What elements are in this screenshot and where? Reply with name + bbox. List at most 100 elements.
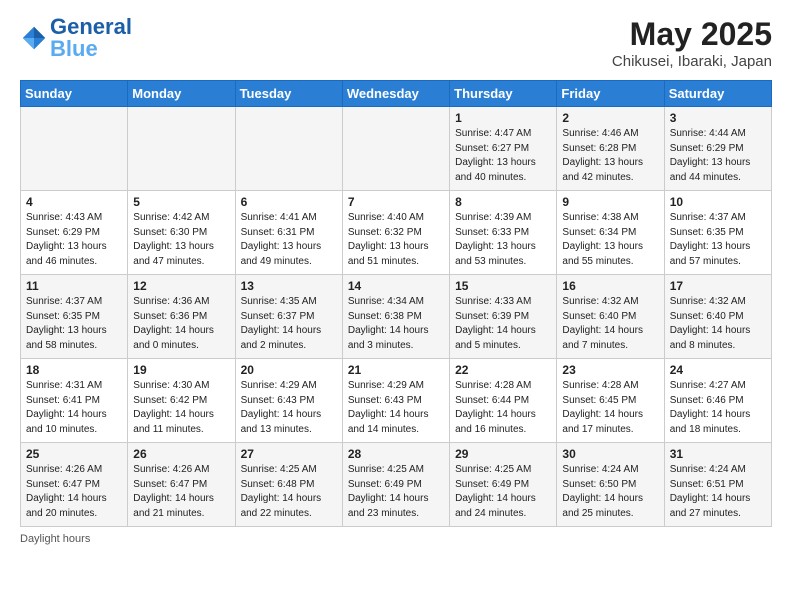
- title-block: May 2025 Chikusei, Ibaraki, Japan: [612, 16, 772, 70]
- week-row-2: 4Sunrise: 4:43 AMSunset: 6:29 PMDaylight…: [21, 191, 772, 275]
- day-number: 29: [455, 447, 551, 461]
- day-info: Sunrise: 4:26 AMSunset: 6:47 PMDaylight:…: [26, 463, 122, 521]
- logo-icon: [20, 24, 48, 52]
- day-info: Sunrise: 4:28 AMSunset: 6:45 PMDaylight:…: [562, 379, 658, 437]
- calendar-cell: 19 Sunrise: 4:30 AMSunset: 6:42 PMDayligh…: [128, 359, 235, 443]
- calendar-cell: 4Sunrise: 4:43 AMSunset: 6:29 PMDaylight…: [21, 191, 128, 275]
- calendar-cell: 6 Sunrise: 4:41 AMSunset: 6:31 PMDaylight…: [235, 191, 342, 275]
- calendar-body: 1 Sunrise: 4:47 AMSunset: 6:27 PMDaylight…: [21, 107, 772, 527]
- weekday-header-wednesday: Wednesday: [342, 81, 449, 107]
- day-number: 18: [26, 363, 122, 377]
- day-number: 9: [562, 195, 658, 209]
- footer: Daylight hours: [20, 533, 772, 545]
- day-info: Sunrise: 4:40 AMSunset: 6:32 PMDaylight:…: [348, 211, 444, 269]
- day-number: 11: [26, 279, 122, 293]
- day-info: Sunrise: 4:43 AMSunset: 6:29 PMDaylight:…: [26, 211, 122, 269]
- day-number: 16: [562, 279, 658, 293]
- day-info: Sunrise: 4:47 AMSunset: 6:27 PMDaylight:…: [455, 127, 551, 185]
- calendar: SundayMondayTuesdayWednesdayThursdayFrid…: [20, 80, 772, 527]
- day-number: 17: [670, 279, 766, 293]
- header: General Blue May 2025 Chikusei, Ibaraki,…: [20, 16, 772, 70]
- daylight-label: Daylight hours: [20, 533, 90, 545]
- day-number: 23: [562, 363, 658, 377]
- calendar-cell: 17 Sunrise: 4:32 AMSunset: 6:40 PMDayligh…: [664, 275, 771, 359]
- calendar-cell: 31 Sunrise: 4:24 AMSunset: 6:51 PMDayligh…: [664, 443, 771, 527]
- logo-text: General Blue: [50, 16, 132, 60]
- calendar-cell: 20 Sunrise: 4:29 AMSunset: 6:43 PMDayligh…: [235, 359, 342, 443]
- day-info: Sunrise: 4:33 AMSunset: 6:39 PMDaylight:…: [455, 295, 551, 353]
- calendar-cell: [21, 107, 128, 191]
- day-number: 20: [241, 363, 337, 377]
- day-info: Sunrise: 4:24 AMSunset: 6:50 PMDaylight:…: [562, 463, 658, 521]
- day-number: 25: [26, 447, 122, 461]
- calendar-cell: 3Sunrise: 4:44 AMSunset: 6:29 PMDaylight…: [664, 107, 771, 191]
- weekday-header-sunday: Sunday: [21, 81, 128, 107]
- calendar-cell: 15 Sunrise: 4:33 AMSunset: 6:39 PMDayligh…: [450, 275, 557, 359]
- calendar-cell: 8Sunrise: 4:39 AMSunset: 6:33 PMDaylight…: [450, 191, 557, 275]
- week-row-3: 11 Sunrise: 4:37 AMSunset: 6:35 PMDayligh…: [21, 275, 772, 359]
- calendar-cell: 11 Sunrise: 4:37 AMSunset: 6:35 PMDayligh…: [21, 275, 128, 359]
- weekday-row: SundayMondayTuesdayWednesdayThursdayFrid…: [21, 81, 772, 107]
- subtitle: Chikusei, Ibaraki, Japan: [612, 53, 772, 70]
- day-info: Sunrise: 4:37 AMSunset: 6:35 PMDaylight:…: [26, 295, 122, 353]
- day-info: Sunrise: 4:37 AMSunset: 6:35 PMDaylight:…: [670, 211, 766, 269]
- weekday-header-saturday: Saturday: [664, 81, 771, 107]
- week-row-1: 1 Sunrise: 4:47 AMSunset: 6:27 PMDaylight…: [21, 107, 772, 191]
- weekday-header-tuesday: Tuesday: [235, 81, 342, 107]
- calendar-cell: 30Sunrise: 4:24 AMSunset: 6:50 PMDayligh…: [557, 443, 664, 527]
- day-number: 6: [241, 195, 337, 209]
- calendar-cell: [342, 107, 449, 191]
- day-number: 15: [455, 279, 551, 293]
- calendar-cell: [235, 107, 342, 191]
- calendar-cell: 12 Sunrise: 4:36 AMSunset: 6:36 PMDayligh…: [128, 275, 235, 359]
- calendar-cell: 14 Sunrise: 4:34 AMSunset: 6:38 PMDayligh…: [342, 275, 449, 359]
- day-number: 10: [670, 195, 766, 209]
- calendar-cell: 22Sunrise: 4:28 AMSunset: 6:44 PMDayligh…: [450, 359, 557, 443]
- day-number: 21: [348, 363, 444, 377]
- weekday-header-monday: Monday: [128, 81, 235, 107]
- calendar-cell: 24Sunrise: 4:27 AMSunset: 6:46 PMDayligh…: [664, 359, 771, 443]
- day-info: Sunrise: 4:24 AMSunset: 6:51 PMDaylight:…: [670, 463, 766, 521]
- calendar-cell: 1 Sunrise: 4:47 AMSunset: 6:27 PMDaylight…: [450, 107, 557, 191]
- calendar-cell: 2Sunrise: 4:46 AMSunset: 6:28 PMDaylight…: [557, 107, 664, 191]
- calendar-cell: 29 Sunrise: 4:25 AMSunset: 6:49 PMDayligh…: [450, 443, 557, 527]
- day-info: Sunrise: 4:30 AMSunset: 6:42 PMDaylight:…: [133, 379, 229, 437]
- day-number: 7: [348, 195, 444, 209]
- weekday-header-friday: Friday: [557, 81, 664, 107]
- day-number: 14: [348, 279, 444, 293]
- logo: General Blue: [20, 16, 132, 60]
- day-info: Sunrise: 4:39 AMSunset: 6:33 PMDaylight:…: [455, 211, 551, 269]
- calendar-cell: 25 Sunrise: 4:26 AMSunset: 6:47 PMDayligh…: [21, 443, 128, 527]
- calendar-cell: 10 Sunrise: 4:37 AMSunset: 6:35 PMDayligh…: [664, 191, 771, 275]
- calendar-cell: 27Sunrise: 4:25 AMSunset: 6:48 PMDayligh…: [235, 443, 342, 527]
- day-info: Sunrise: 4:29 AMSunset: 6:43 PMDaylight:…: [241, 379, 337, 437]
- week-row-5: 25 Sunrise: 4:26 AMSunset: 6:47 PMDayligh…: [21, 443, 772, 527]
- day-info: Sunrise: 4:28 AMSunset: 6:44 PMDaylight:…: [455, 379, 551, 437]
- calendar-cell: 18 Sunrise: 4:31 AMSunset: 6:41 PMDayligh…: [21, 359, 128, 443]
- day-number: 31: [670, 447, 766, 461]
- day-info: Sunrise: 4:32 AMSunset: 6:40 PMDaylight:…: [670, 295, 766, 353]
- day-info: Sunrise: 4:36 AMSunset: 6:36 PMDaylight:…: [133, 295, 229, 353]
- day-info: Sunrise: 4:25 AMSunset: 6:49 PMDaylight:…: [348, 463, 444, 521]
- day-info: Sunrise: 4:25 AMSunset: 6:49 PMDaylight:…: [455, 463, 551, 521]
- logo-blue: Blue: [50, 36, 98, 61]
- day-info: Sunrise: 4:31 AMSunset: 6:41 PMDaylight:…: [26, 379, 122, 437]
- calendar-cell: 16 Sunrise: 4:32 AMSunset: 6:40 PMDayligh…: [557, 275, 664, 359]
- calendar-cell: 9 Sunrise: 4:38 AMSunset: 6:34 PMDaylight…: [557, 191, 664, 275]
- calendar-cell: 28Sunrise: 4:25 AMSunset: 6:49 PMDayligh…: [342, 443, 449, 527]
- day-number: 27: [241, 447, 337, 461]
- day-info: Sunrise: 4:38 AMSunset: 6:34 PMDaylight:…: [562, 211, 658, 269]
- day-info: Sunrise: 4:34 AMSunset: 6:38 PMDaylight:…: [348, 295, 444, 353]
- day-info: Sunrise: 4:41 AMSunset: 6:31 PMDaylight:…: [241, 211, 337, 269]
- day-info: Sunrise: 4:32 AMSunset: 6:40 PMDaylight:…: [562, 295, 658, 353]
- calendar-cell: 5Sunrise: 4:42 AMSunset: 6:30 PMDaylight…: [128, 191, 235, 275]
- calendar-cell: [128, 107, 235, 191]
- page: General Blue May 2025 Chikusei, Ibaraki,…: [0, 0, 792, 612]
- day-info: Sunrise: 4:46 AMSunset: 6:28 PMDaylight:…: [562, 127, 658, 185]
- day-number: 12: [133, 279, 229, 293]
- day-number: 19: [133, 363, 229, 377]
- calendar-cell: 26Sunrise: 4:26 AMSunset: 6:47 PMDayligh…: [128, 443, 235, 527]
- day-number: 13: [241, 279, 337, 293]
- day-number: 1: [455, 111, 551, 125]
- day-info: Sunrise: 4:44 AMSunset: 6:29 PMDaylight:…: [670, 127, 766, 185]
